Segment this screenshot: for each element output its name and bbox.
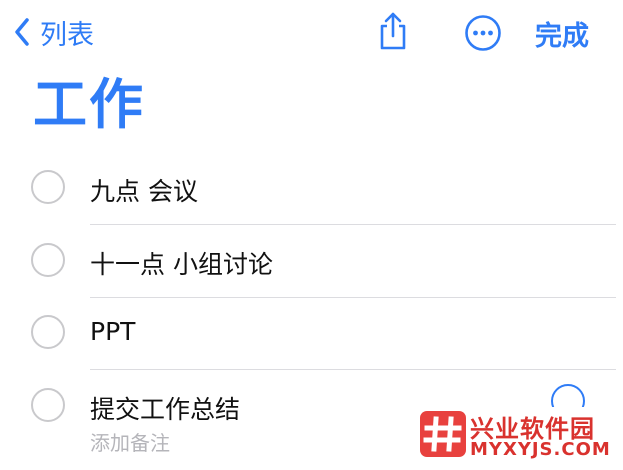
complete-checkbox[interactable] xyxy=(31,315,65,349)
navigation-bar: 列表 完成 xyxy=(0,0,623,66)
notes-field[interactable]: 添加备注 xyxy=(90,427,170,456)
back-button[interactable]: 列表 xyxy=(14,12,94,52)
reminder-title[interactable]: 十一点 小组讨论 xyxy=(90,245,273,281)
share-button[interactable] xyxy=(374,11,412,51)
watermark-site: MYXYJS.COM xyxy=(470,439,611,460)
back-label: 列表 xyxy=(40,19,94,51)
reminder-title[interactable]: 九点 会议 xyxy=(90,172,198,208)
divider xyxy=(90,369,616,370)
ellipsis-circle-icon xyxy=(465,15,501,51)
share-icon xyxy=(380,12,406,50)
done-button[interactable]: 完成 xyxy=(535,14,589,53)
complete-checkbox[interactable] xyxy=(31,388,65,422)
complete-checkbox[interactable] xyxy=(31,170,65,204)
divider xyxy=(90,224,616,225)
hash-logo-icon xyxy=(420,411,466,457)
watermark: 兴业软件园 MYXYJS.COM xyxy=(412,407,623,470)
reminder-title[interactable]: 提交工作总结 xyxy=(90,390,240,426)
chevron-left-icon xyxy=(15,18,29,46)
reminder-title[interactable]: PPT xyxy=(90,317,135,346)
list-title: 工作 xyxy=(33,73,145,136)
complete-checkbox[interactable] xyxy=(31,243,65,277)
divider xyxy=(90,297,616,298)
more-options-button[interactable] xyxy=(464,14,502,52)
